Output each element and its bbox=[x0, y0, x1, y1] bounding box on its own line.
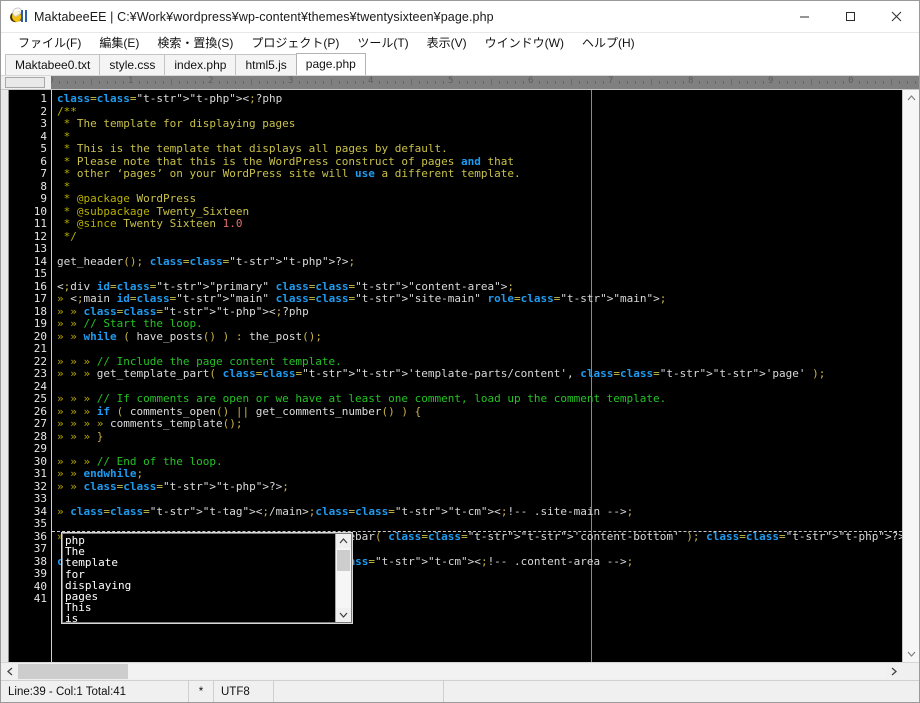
autocomplete-popup[interactable]: php The template for displaying pages This is bbox=[62, 533, 352, 623]
code-canvas[interactable]: class=class="t-str">"t-php"><;?php/** * … bbox=[52, 90, 902, 662]
menu-item-help[interactable]: ヘルプ(H) bbox=[573, 34, 644, 52]
autocomplete-list[interactable]: php The template for displaying pages This is bbox=[63, 534, 335, 622]
vertical-scroll-track[interactable] bbox=[903, 106, 919, 646]
chevron-down-icon[interactable] bbox=[339, 608, 348, 622]
application-window: MaktabeeEE | C:¥Work¥wordpress¥wp-conten… bbox=[0, 0, 920, 703]
ruler-scale: 012345678901 bbox=[51, 76, 919, 89]
autocomplete-item[interactable]: php bbox=[65, 535, 335, 546]
horizontal-scrollbar[interactable] bbox=[1, 662, 919, 680]
menu-item-project[interactable]: プロジェクト(P) bbox=[242, 34, 348, 52]
ruler-corner bbox=[1, 76, 51, 89]
tab-maktabee0-txt[interactable]: Maktabee0.txt bbox=[5, 54, 101, 75]
autocomplete-scroll-thumb[interactable] bbox=[337, 550, 350, 571]
tab-page-php[interactable]: page.php bbox=[295, 53, 366, 75]
autocomplete-scroll-track[interactable] bbox=[336, 548, 351, 608]
tab-style-css[interactable]: style.css bbox=[99, 54, 166, 75]
bee-icon bbox=[8, 8, 27, 26]
vertical-scrollbar[interactable] bbox=[902, 90, 919, 662]
window-controls bbox=[781, 1, 919, 32]
scroll-up-icon[interactable] bbox=[903, 90, 919, 106]
title-bar: MaktabeeEE | C:¥Work¥wordpress¥wp-conten… bbox=[1, 1, 919, 33]
minimize-icon[interactable] bbox=[781, 1, 827, 32]
caret-line-indicator bbox=[52, 531, 902, 532]
column-ruler: 012345678901 bbox=[1, 75, 919, 89]
menu-item-window[interactable]: ウインドウ(W) bbox=[476, 34, 573, 52]
scroll-down-icon[interactable] bbox=[903, 646, 919, 662]
status-field-5 bbox=[444, 681, 919, 702]
autocomplete-item[interactable]: displaying bbox=[65, 580, 335, 591]
status-cursor-position: Line:39 - Col:1 Total:41 bbox=[1, 681, 189, 702]
menu-item-search[interactable]: 検索・置換(S) bbox=[148, 34, 242, 52]
autocomplete-item[interactable]: template bbox=[65, 557, 335, 568]
menu-item-tools[interactable]: ツール(T) bbox=[348, 34, 417, 52]
editor-area: 1 2 3 4 5 6 7 8 9 10 11 12 13 14 15 16 1… bbox=[1, 89, 919, 662]
close-icon[interactable] bbox=[873, 1, 919, 32]
line-numbers: 1 2 3 4 5 6 7 8 9 10 11 12 13 14 15 16 1… bbox=[33, 92, 47, 605]
scroll-left-icon[interactable] bbox=[2, 664, 18, 679]
scrollbar-corner bbox=[902, 664, 918, 679]
line-number-gutter[interactable]: 1 2 3 4 5 6 7 8 9 10 11 12 13 14 15 16 1… bbox=[1, 90, 52, 662]
status-encoding: UTF8 bbox=[214, 681, 274, 702]
autocomplete-item[interactable]: This bbox=[65, 602, 335, 613]
status-modified-flag: * bbox=[189, 681, 214, 702]
scroll-right-icon[interactable] bbox=[886, 664, 902, 679]
chevron-up-icon[interactable] bbox=[339, 534, 348, 548]
autocomplete-item[interactable]: pages bbox=[65, 591, 335, 602]
bookmark-strip[interactable] bbox=[1, 90, 9, 662]
tab-html5-js[interactable]: html5.js bbox=[235, 54, 297, 75]
maximize-icon[interactable] bbox=[827, 1, 873, 32]
menu-item-edit[interactable]: 編集(E) bbox=[90, 34, 148, 52]
source-code-text[interactable]: class=class="t-str">"t-php"><;?php/** * … bbox=[57, 92, 902, 606]
menu-item-file[interactable]: ファイル(F) bbox=[9, 34, 90, 52]
autocomplete-item[interactable]: is bbox=[65, 613, 335, 622]
document-tab-bar: Maktabee0.txt style.css index.php html5.… bbox=[1, 53, 919, 75]
menu-item-view[interactable]: 表示(V) bbox=[418, 34, 476, 52]
horizontal-scroll-thumb[interactable] bbox=[18, 664, 128, 679]
menu-bar: ファイル(F) 編集(E) 検索・置換(S) プロジェクト(P) ツール(T) … bbox=[1, 33, 919, 53]
status-field-4 bbox=[274, 681, 444, 702]
tab-index-php[interactable]: index.php bbox=[164, 54, 237, 75]
horizontal-scroll-track[interactable] bbox=[18, 664, 886, 679]
autocomplete-scrollbar[interactable] bbox=[335, 534, 351, 622]
window-title: MaktabeeEE | C:¥Work¥wordpress¥wp-conten… bbox=[34, 9, 494, 24]
status-bar: Line:39 - Col:1 Total:41 * UTF8 bbox=[1, 680, 919, 702]
